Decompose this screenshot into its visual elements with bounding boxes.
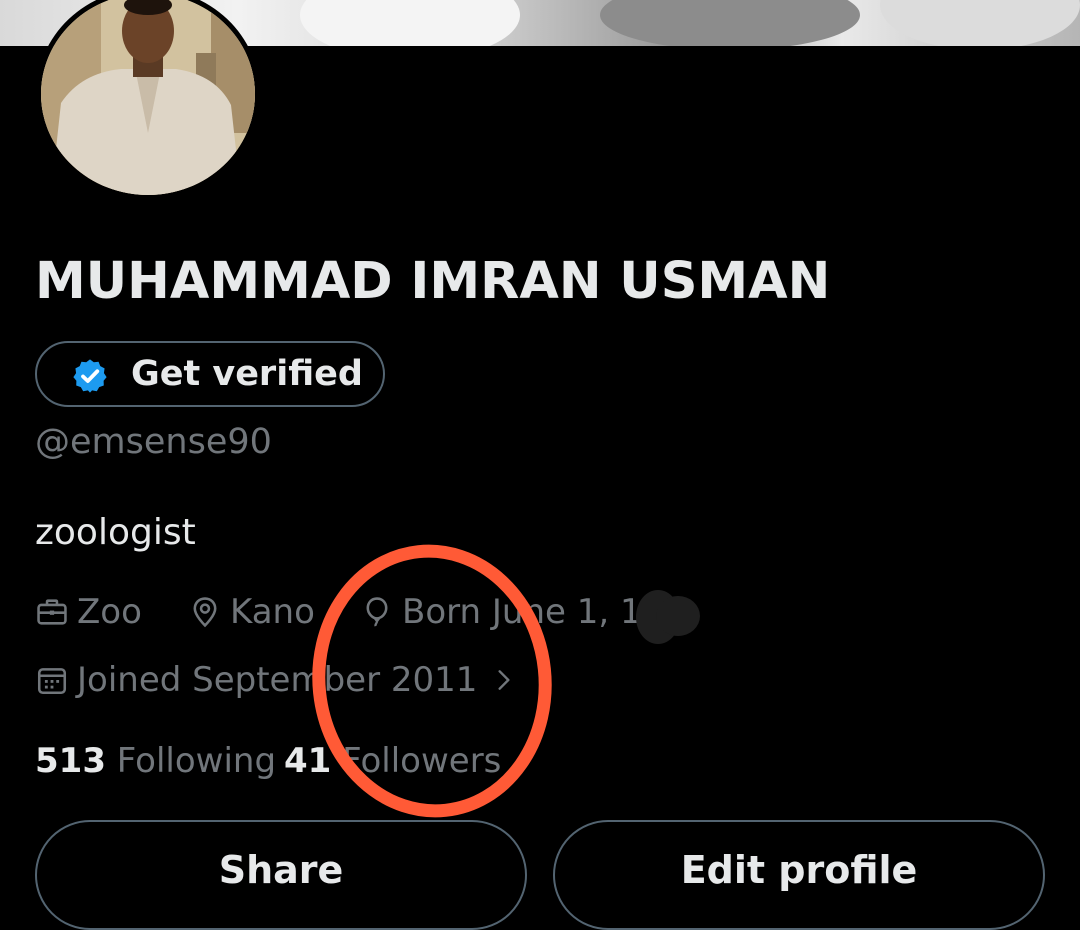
following-count: 513 xyxy=(35,741,106,781)
calendar-icon xyxy=(37,668,67,695)
display-name: MUHAMMAD IMRAN USMAN xyxy=(35,252,831,311)
profile-avatar[interactable] xyxy=(36,0,260,200)
share-button[interactable]: Share xyxy=(35,820,527,930)
balloon-icon xyxy=(366,597,388,627)
profile-work: Zoo xyxy=(35,592,142,632)
verified-badge-icon xyxy=(73,359,107,393)
followers-count: 41 xyxy=(284,741,332,781)
profile-joined[interactable]: Joined September 2011 xyxy=(35,660,525,700)
followers-label: Followers xyxy=(342,741,502,781)
banner-figure xyxy=(300,0,520,46)
followers-stat[interactable]: 41 Followers xyxy=(284,741,501,781)
edit-profile-button-label: Edit profile xyxy=(680,848,918,892)
profile-birthday-text: Born June 1, 19 xyxy=(402,592,664,632)
chevron-right-icon xyxy=(498,670,510,690)
following-label: Following xyxy=(116,741,277,781)
following-stat[interactable]: 513 Following xyxy=(35,741,276,781)
banner-figure-shadow xyxy=(600,0,860,46)
profile-work-text: Zoo xyxy=(77,592,142,632)
get-verified-button[interactable]: Get verified xyxy=(35,341,385,407)
get-verified-label: Get verified xyxy=(131,354,363,394)
user-handle: @emsense90 xyxy=(35,422,272,462)
briefcase-icon xyxy=(37,599,67,625)
edit-profile-button[interactable]: Edit profile xyxy=(553,820,1045,930)
share-button-label: Share xyxy=(218,848,344,892)
profile-location-text: Kano xyxy=(230,592,315,632)
banner-figure-highlight xyxy=(880,0,1080,46)
redaction-smudge-secondary xyxy=(656,596,700,636)
avatar-photo xyxy=(41,0,255,195)
profile-birthday: Born June 1, 19 xyxy=(360,592,663,632)
profile-location: Kano xyxy=(188,592,315,632)
profile-bio: zoologist xyxy=(35,512,196,553)
location-pin-icon xyxy=(193,597,217,628)
profile-joined-text: Joined September 2011 xyxy=(77,660,478,700)
